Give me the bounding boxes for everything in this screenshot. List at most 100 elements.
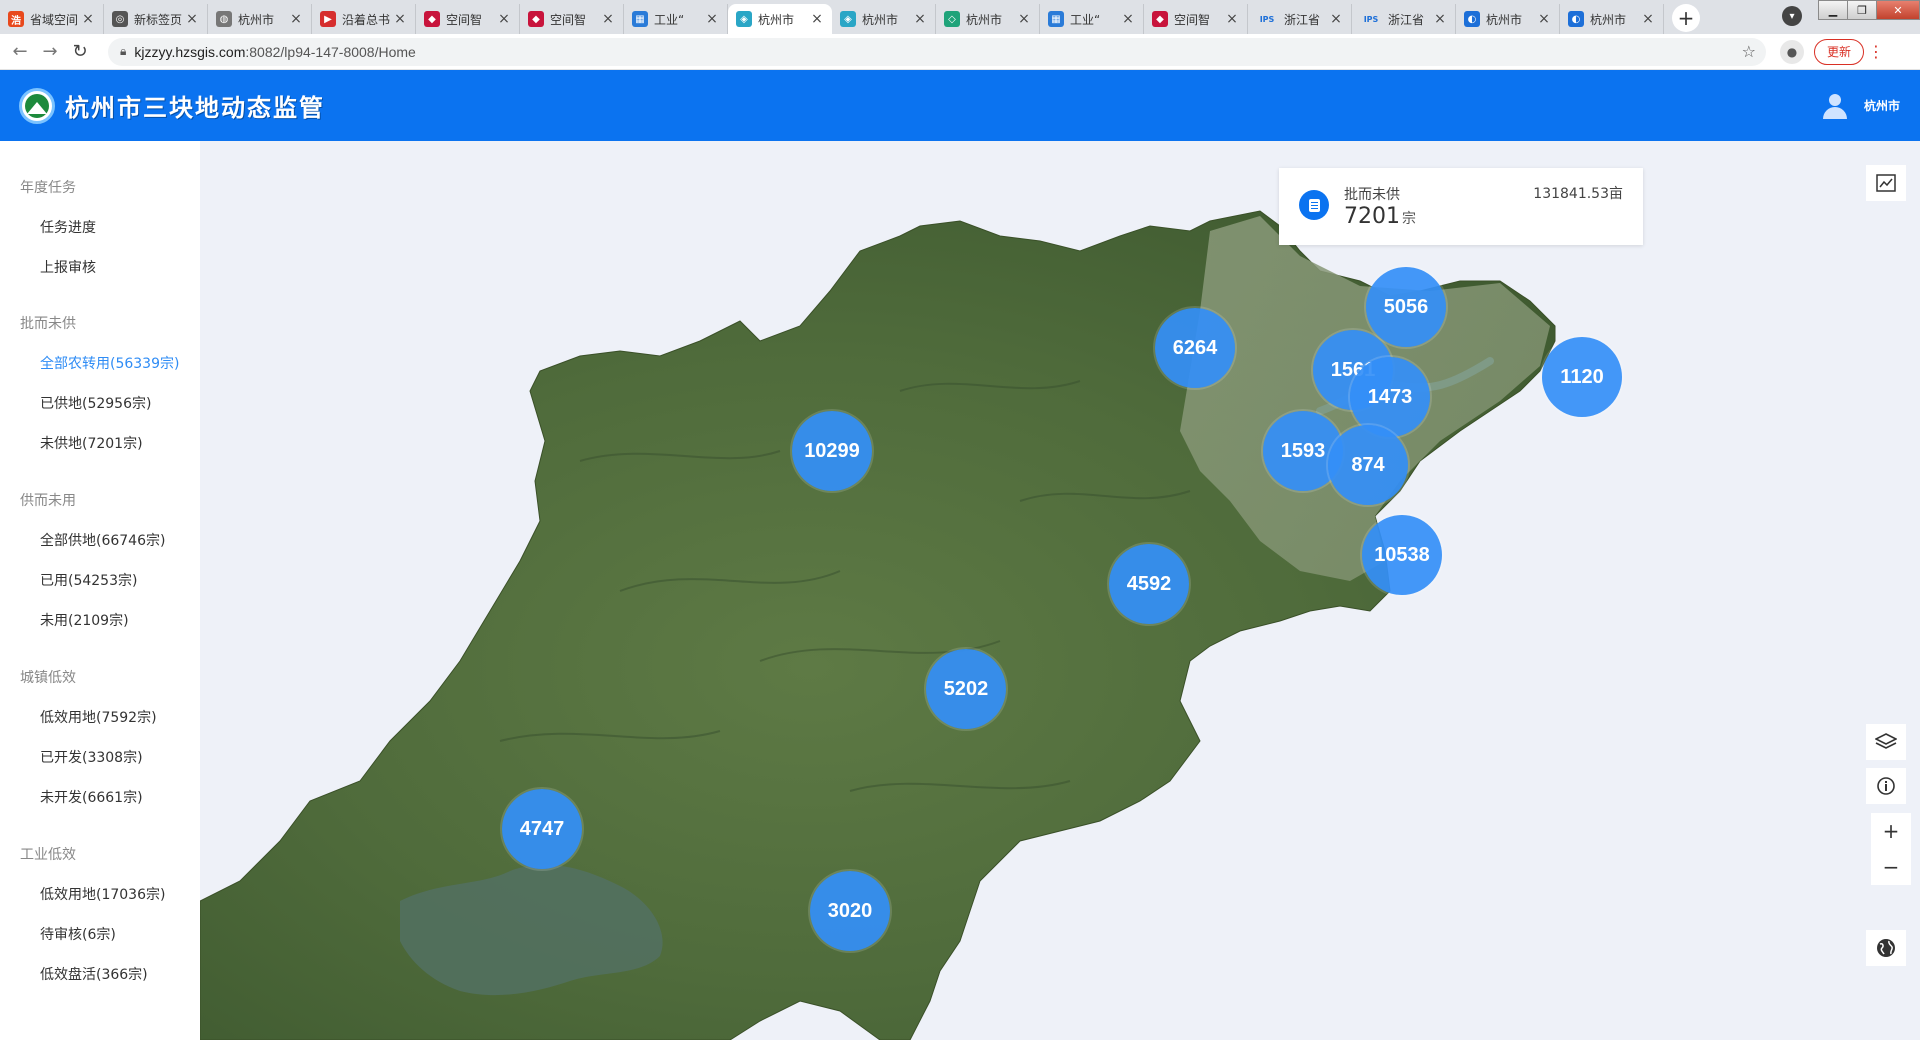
tab-favicon-icon: ◆ [424,11,440,27]
sidebar-section-title: 年度任务 [20,180,76,196]
tab-favicon-icon: ▶ [320,11,336,27]
sidebar-item[interactable]: 未用(2109宗) [40,610,129,630]
cluster-marker[interactable]: 3020 [810,871,890,951]
user-menu[interactable]: 杭州市 [1822,93,1900,119]
back-arrow-icon[interactable]: ← [6,38,34,66]
browser-tab[interactable]: ◐ 杭州市 × [1456,4,1560,34]
cluster-marker[interactable]: 5056 [1366,267,1446,347]
tab-close-icon[interactable]: × [1329,11,1343,27]
map-view[interactable]: 5056 6264 1561 1473 1120 10299 1593 874 … [200,141,1920,1040]
zoom-out-button[interactable]: − [1871,849,1911,885]
browser-tab[interactable]: ◇ 杭州市 × [936,4,1040,34]
browser-tab[interactable]: IPS 浙江省 × [1248,4,1352,34]
browser-tab[interactable]: ◈ 杭州市 × [728,4,832,34]
cluster-marker[interactable]: 4592 [1109,544,1189,624]
browser-tab[interactable]: ◍ 杭州市 × [208,4,312,34]
profile-avatar-icon[interactable]: ● [1780,39,1804,64]
user-name[interactable]: 杭州市 [1864,97,1900,114]
close-window-button[interactable]: ✕ [1876,0,1920,20]
tab-close-icon[interactable]: × [705,11,719,27]
sidebar-item[interactable]: 已供地(52956宗) [40,393,151,413]
tab-search-icon[interactable]: ▾ [1782,6,1802,26]
tab-favicon-icon: IPS [1363,14,1379,24]
browser-tab[interactable]: ◐ 杭州市 × [1560,4,1664,34]
reload-icon[interactable]: ↻ [66,38,94,66]
sidebar-item[interactable]: 低效用地(7592宗) [40,707,157,727]
cluster-marker[interactable]: 874 [1328,425,1408,505]
lock-icon[interactable]: 🔒︎ [120,44,126,59]
tab-title: 工业“ [1070,12,1101,27]
sidebar-item[interactable]: 低效用地(17036宗) [40,884,165,904]
update-button[interactable]: 更新 [1814,38,1865,65]
forward-arrow-icon[interactable]: → [36,38,64,66]
browser-tab[interactable]: ◈ 杭州市 × [832,4,936,34]
tab-close-icon[interactable]: × [497,11,511,27]
sidebar-item[interactable]: 全部农转用(56339宗) [40,353,179,373]
tab-close-icon[interactable]: × [1225,11,1239,27]
stat-area: 131841.53亩 [1533,186,1623,202]
sidebar-item[interactable]: 已开发(3308宗) [40,747,143,767]
browser-tab[interactable]: ◆ 空间智 × [1144,4,1248,34]
sidebar-item[interactable]: 上报审核 [40,257,96,277]
sidebar-item[interactable]: 全部供地(66746宗) [40,530,165,550]
minimize-button[interactable]: ▁ [1818,0,1848,20]
cluster-marker[interactable]: 10299 [792,411,872,491]
bookmark-star-icon[interactable]: ☆ [1742,42,1756,61]
zoom-in-button[interactable]: + [1871,813,1911,849]
menu-kebab-icon[interactable]: ⋮ [1868,42,1884,61]
tab-favicon-icon: ◈ [736,11,752,27]
tab-close-icon[interactable]: × [1537,11,1551,27]
browser-tab[interactable]: ▦ 工业“ × [1040,4,1144,34]
sidebar-item[interactable]: 任务进度 [40,217,96,237]
cluster-marker[interactable]: 10538 [1362,515,1442,595]
cluster-marker[interactable]: 5202 [926,649,1006,729]
tab-close-icon[interactable]: × [810,11,824,27]
sidebar-item[interactable]: 低效盘活(366宗) [40,964,148,984]
browser-tab[interactable]: ◎ 新标签页 × [104,4,208,34]
tab-close-icon[interactable]: × [1121,11,1135,27]
browser-tab[interactable]: ▦ 工业“ × [624,4,728,34]
tab-close-icon[interactable]: × [81,11,95,27]
tab-close-icon[interactable]: × [913,11,927,27]
sidebar-section-title: 供而未用 [20,493,76,509]
stat-label: 批而未供 [1344,187,1400,203]
document-list-icon [1299,190,1329,220]
tab-title: 空间智 [550,12,587,27]
sidebar-item[interactable]: 待审核(6宗) [40,924,116,944]
tab-close-icon[interactable]: × [1641,11,1655,27]
cluster-marker[interactable]: 4747 [502,789,582,869]
tab-close-icon[interactable]: × [185,11,199,27]
browser-tab[interactable]: ◆ 空间智 × [416,4,520,34]
browser-tab[interactable]: IPS 浙江省 × [1352,4,1456,34]
tab-close-icon[interactable]: × [601,11,615,27]
map-canvas[interactable] [200,141,1920,1040]
tab-close-icon[interactable]: × [1017,11,1031,27]
sidebar-item[interactable]: 已用(54253宗) [40,570,137,590]
plus-icon[interactable]: + [1883,819,1900,843]
tab-close-icon[interactable]: × [393,11,407,27]
minus-icon[interactable]: − [1883,855,1900,879]
trend-chart-icon[interactable] [1866,165,1906,201]
cluster-marker[interactable]: 1120 [1542,337,1622,417]
browser-tab-strip: 浩省域空间 × ◎ 新标签页 × ◍ 杭州市 × ▶ 沿着总书 × ◆ 空间智 × ◆ 空间智 × ▦ 工业“ × ◈ 杭… [0,0,1920,34]
sidebar-item[interactable]: 未开发(6661宗) [40,787,143,807]
tab-title: 工业“ [654,12,685,27]
browser-tab[interactable]: 浩省域空间 × [0,4,104,34]
tab-close-icon[interactable]: × [1433,11,1447,27]
zoom-control: + − [1871,813,1911,885]
url-input[interactable]: 🔒︎ kjzzyy.hzsgis.com:8082/lp94-147-8008/… [108,37,1766,66]
tab-close-icon[interactable]: × [289,11,303,27]
sidebar-item[interactable]: 未供地(7201宗) [40,433,143,453]
cluster-marker[interactable]: 6264 [1155,308,1235,388]
layers-icon[interactable] [1866,724,1906,760]
browser-tab[interactable]: ▶ 沿着总书 × [312,4,416,34]
globe-icon[interactable] [1866,930,1906,966]
user-icon[interactable] [1822,93,1848,119]
info-icon[interactable] [1866,768,1906,804]
new-tab-button[interactable]: + [1672,4,1700,32]
browser-tab[interactable]: ◆ 空间智 × [520,4,624,34]
address-bar-row: ← → ↻ 🔒︎ kjzzyy.hzsgis.com:8082/lp94-147… [0,34,1920,70]
restore-button[interactable]: ❐ [1847,0,1877,20]
tab-title: 省域空间 [30,12,79,27]
app-header: 杭州市三块地动态监管 杭州市 [0,70,1920,141]
